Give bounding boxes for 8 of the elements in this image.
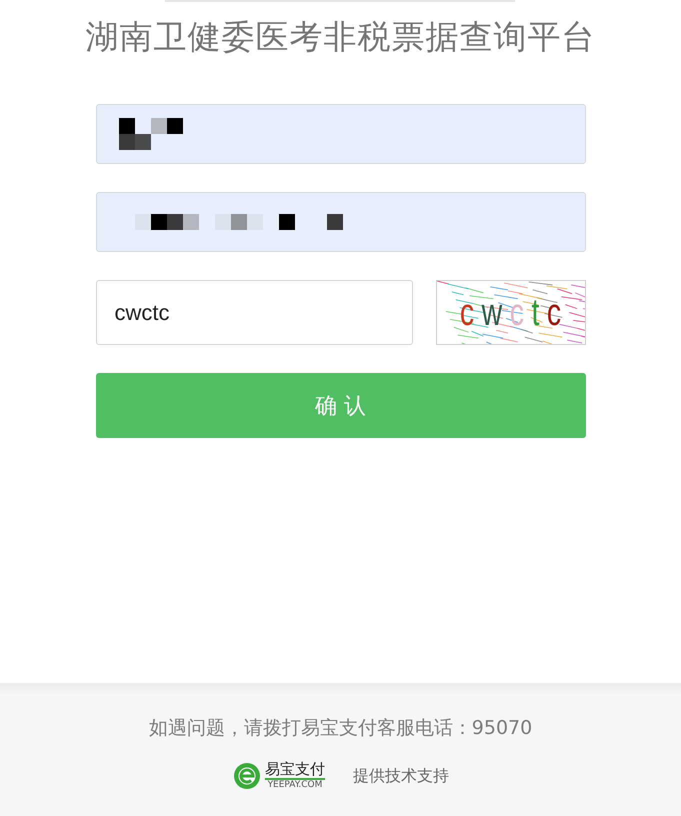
page-title: 湖南卫健委医考非税票据查询平台 — [86, 16, 596, 58]
yeepay-logo: 易宝支付 YEEPAY.COM — [232, 761, 325, 791]
input-field[interactable] — [96, 192, 586, 252]
captcha-field[interactable]: cwctc — [96, 280, 412, 345]
input-field[interactable] — [96, 104, 586, 164]
support-text: 提供技术支持 — [353, 766, 449, 786]
pixelated-value — [118, 118, 182, 150]
support-notice: 如遇问题，请拨打易宝支付客服电话：95070 — [148, 716, 532, 741]
